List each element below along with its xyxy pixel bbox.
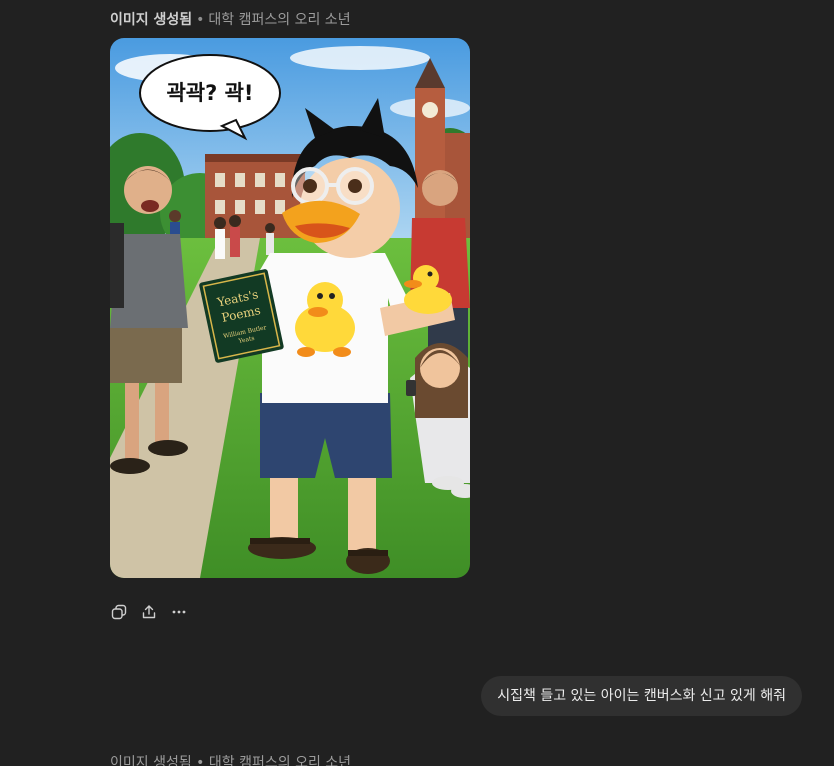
- image-status-label: 이미지 생성됨: [110, 12, 193, 28]
- speech-bubble-text: 곽곽? 곽!: [166, 81, 253, 105]
- share-button[interactable]: [136, 599, 162, 625]
- more-button[interactable]: [166, 599, 192, 625]
- copy-button[interactable]: [106, 599, 132, 625]
- message-actions: [106, 599, 192, 625]
- share-icon: [142, 605, 156, 619]
- header-separator: •: [196, 12, 205, 28]
- image-title: 대학 캠퍼스의 오리 소년: [208, 12, 351, 28]
- user-message-bubble: 시집책 들고 있는 아이는 캔버스화 신고 있게 해줘: [481, 676, 802, 716]
- more-icon: [172, 610, 186, 614]
- message-header: 이미지 생성됨 • 대학 캠퍼스의 오리 소년: [110, 10, 351, 30]
- copy-icon: [111, 604, 127, 620]
- next-message-header-partial: 이미지 생성됨 • 대학 캠퍼스의 오리 소년: [110, 755, 352, 766]
- generated-image[interactable]: Yeats's Poems William Butler Yeats 곽곽? 곽…: [110, 38, 470, 578]
- generated-image-illustration: Yeats's Poems William Butler Yeats 곽곽? 곽…: [110, 38, 470, 578]
